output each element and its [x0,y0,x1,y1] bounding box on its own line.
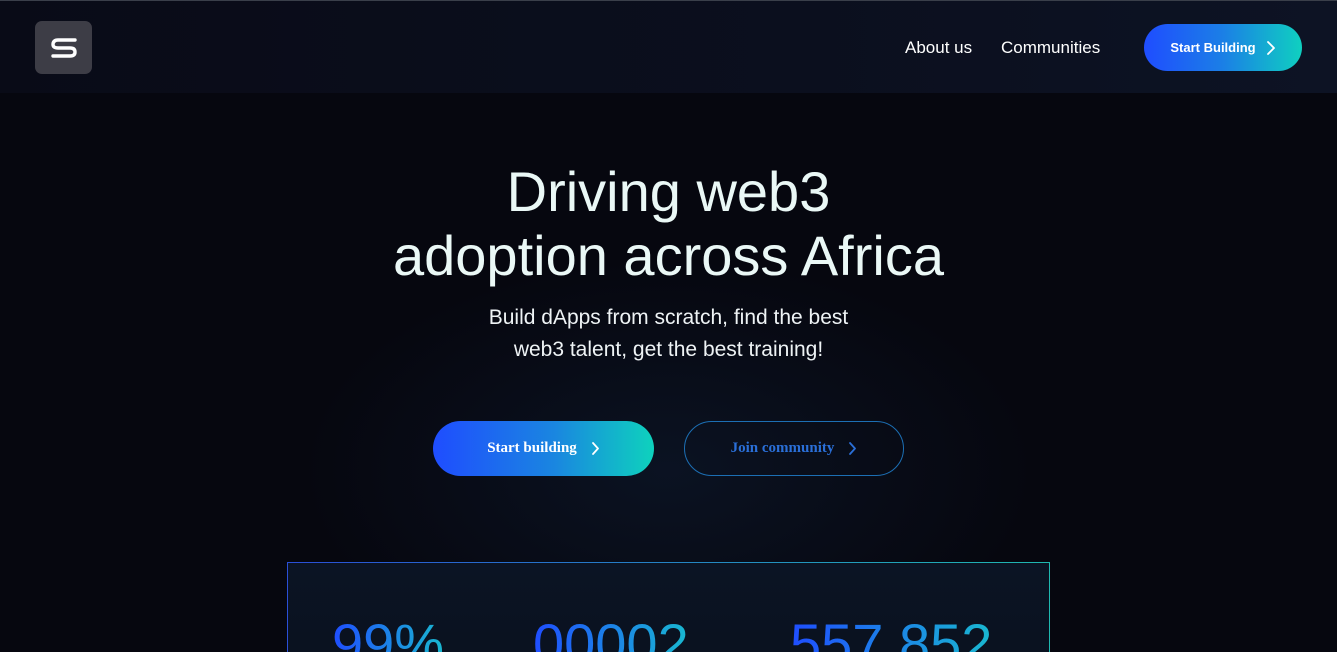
hero-title-line-1: Driving web3 [506,160,831,223]
join-community-label: Join community [730,440,835,456]
stat-value: 557,852 [790,612,992,652]
start-building-header-label: Start Building [1170,40,1256,55]
site-header: About us Communities Start Building [0,1,1337,93]
hero-title-line-2: adoption across Africa [393,224,944,287]
start-building-label: Start building [487,440,577,456]
chevron-right-icon [1266,40,1275,55]
nav-communities[interactable]: Communities [1001,38,1100,58]
logo[interactable] [35,21,92,74]
hero-subtitle-line-1: Build dApps from scratch, find the best [488,306,849,329]
hero-subtitle-line-2: web3 talent, get the best training! [513,338,824,361]
nav-about-us[interactable]: About us [905,38,972,58]
stat-value: 00002 [533,612,689,652]
chevron-right-icon [591,442,599,455]
join-community-button[interactable]: Join community [684,421,904,476]
stat-value: 99% [332,612,444,652]
logo-icon [50,37,77,58]
start-building-button[interactable]: Start building [433,421,654,476]
chevron-right-icon [849,442,857,455]
start-building-header-button[interactable]: Start Building [1144,24,1302,71]
hero-title: Driving web3 adoption across Africa [0,160,1337,288]
page: About us Communities Start Building Driv… [0,0,1337,652]
hero-subtitle: Build dApps from scratch, find the best … [0,302,1337,366]
